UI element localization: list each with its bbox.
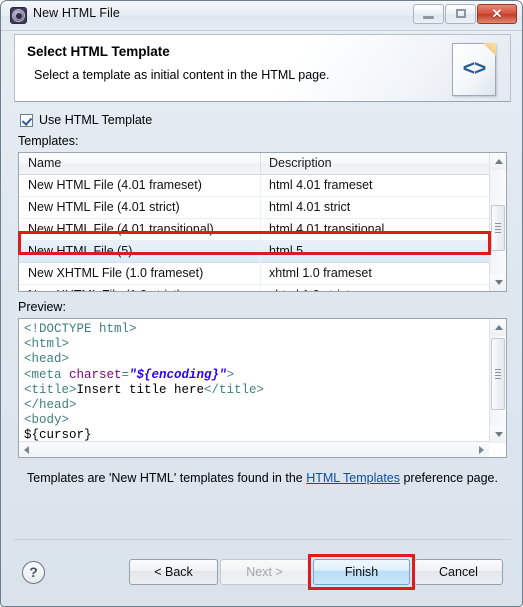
templates-table[interactable]: Name Description New HTML File (4.01 fra… bbox=[18, 152, 507, 292]
button-bar-separator bbox=[14, 539, 511, 540]
next-button: Next > bbox=[220, 559, 309, 585]
preview-code-text[interactable]: <!DOCTYPE html> <html> <head> <meta char… bbox=[19, 319, 489, 442]
table-header-row: Name Description bbox=[19, 153, 489, 175]
scrollbar-grip-icon bbox=[495, 223, 501, 233]
finish-button[interactable]: Finish bbox=[313, 559, 410, 585]
cell-divider bbox=[260, 241, 261, 263]
scroll-up-arrow-icon[interactable] bbox=[490, 153, 506, 170]
cell-template-name: New HTML File (4.01 frameset) bbox=[28, 178, 202, 192]
cell-template-description: html 4.01 transitional bbox=[269, 222, 385, 236]
maximize-icon bbox=[456, 9, 466, 18]
maximize-button[interactable] bbox=[445, 4, 476, 24]
templates-label: Templates: bbox=[18, 134, 79, 148]
preview-label: Preview: bbox=[18, 300, 66, 314]
preview-scroll-up-arrow-icon[interactable] bbox=[490, 319, 506, 336]
footer-note-prefix: Templates are 'New HTML' templates found… bbox=[27, 471, 307, 485]
scroll-left-arrow-icon[interactable] bbox=[19, 442, 35, 457]
cell-template-description: html 5 bbox=[269, 244, 304, 258]
column-divider[interactable] bbox=[260, 153, 261, 175]
cell-divider bbox=[260, 197, 261, 219]
scroll-down-arrow-icon[interactable] bbox=[490, 274, 506, 291]
angle-brackets-icon: <> bbox=[462, 57, 487, 80]
close-button[interactable]: ✕ bbox=[477, 4, 517, 24]
preview-scrollbar-thumb[interactable] bbox=[491, 338, 505, 410]
cell-divider bbox=[260, 219, 261, 241]
help-icon[interactable]: ? bbox=[22, 561, 45, 584]
table-row[interactable]: New HTML File (4.01 strict) html 4.01 str… bbox=[19, 197, 489, 219]
cell-divider bbox=[260, 263, 261, 285]
minimize-button[interactable] bbox=[413, 4, 444, 24]
cell-divider bbox=[260, 175, 261, 197]
cell-template-description: xhtml 1.0 frameset bbox=[269, 266, 372, 280]
scroll-right-arrow-icon[interactable] bbox=[473, 442, 489, 457]
use-html-template-label: Use HTML Template bbox=[39, 113, 153, 127]
footer-note-suffix: preference page. bbox=[400, 471, 498, 485]
cell-template-description: html 4.01 strict bbox=[269, 200, 351, 214]
table-row[interactable]: New HTML File (4.01 transitional) html 4.… bbox=[19, 219, 489, 241]
cell-template-name: New HTML File (4.01 strict) bbox=[28, 200, 180, 214]
cell-template-description: xhtml 1.0 strict bbox=[269, 288, 350, 291]
page-description: Select a template as initial content in … bbox=[34, 68, 330, 82]
cell-divider bbox=[260, 285, 261, 291]
table-body: New HTML File (4.01 frameset) html 4.01 f… bbox=[19, 175, 489, 291]
html-document-icon: <> bbox=[452, 43, 496, 96]
title-bar: New HTML File ✕ bbox=[1, 1, 522, 31]
table-vertical-scrollbar[interactable] bbox=[489, 153, 506, 291]
cell-template-name: New XHTML File (1.0 frameset) bbox=[28, 266, 204, 280]
column-header-description[interactable]: Description bbox=[269, 156, 332, 170]
preview-scroll-down-arrow-icon[interactable] bbox=[490, 426, 506, 443]
table-row[interactable]: New XHTML File (1.0 frameset) xhtml 1.0 f… bbox=[19, 263, 489, 285]
table-row[interactable]: New XHTML File (1.0 strict) xhtml 1.0 str… bbox=[19, 285, 489, 291]
column-header-name[interactable]: Name bbox=[28, 156, 61, 170]
dialog-header-banner: Select HTML Template Select a template a… bbox=[14, 34, 511, 102]
cell-template-name: New HTML File (4.01 transitional) bbox=[28, 222, 214, 236]
cell-template-name: New HTML File (5) bbox=[28, 244, 133, 258]
window-title: New HTML File bbox=[33, 6, 120, 20]
checkbox-check-icon[interactable] bbox=[20, 113, 33, 127]
html-templates-link[interactable]: HTML Templates bbox=[306, 471, 400, 485]
table-row[interactable]: New HTML File (5) html 5 bbox=[19, 241, 489, 263]
cell-template-description: html 4.01 frameset bbox=[269, 178, 373, 192]
preview-vertical-scrollbar[interactable] bbox=[489, 319, 506, 443]
minimize-icon bbox=[423, 16, 434, 19]
footer-note: Templates are 'New HTML' templates found… bbox=[1, 471, 522, 485]
eclipse-gear-icon bbox=[10, 7, 27, 24]
table-row[interactable]: New HTML File (4.01 frameset) html 4.01 f… bbox=[19, 175, 489, 197]
scrollbar-thumb[interactable] bbox=[491, 205, 505, 251]
cell-template-name: New XHTML File (1.0 strict) bbox=[28, 288, 181, 291]
new-html-file-dialog: New HTML File ✕ Select HTML Template Sel… bbox=[0, 0, 523, 607]
preview-panel[interactable]: <!DOCTYPE html> <html> <head> <meta char… bbox=[18, 318, 507, 458]
use-html-template-checkbox[interactable]: Use HTML Template bbox=[20, 111, 152, 129]
preview-scrollbar-grip-icon bbox=[495, 369, 501, 379]
cancel-button[interactable]: Cancel bbox=[414, 559, 503, 585]
back-button[interactable]: < Back bbox=[129, 559, 218, 585]
preview-horizontal-scrollbar[interactable] bbox=[19, 441, 489, 457]
close-icon: ✕ bbox=[491, 6, 503, 21]
gear-icon-inner bbox=[13, 10, 24, 21]
page-title: Select HTML Template bbox=[27, 44, 170, 59]
